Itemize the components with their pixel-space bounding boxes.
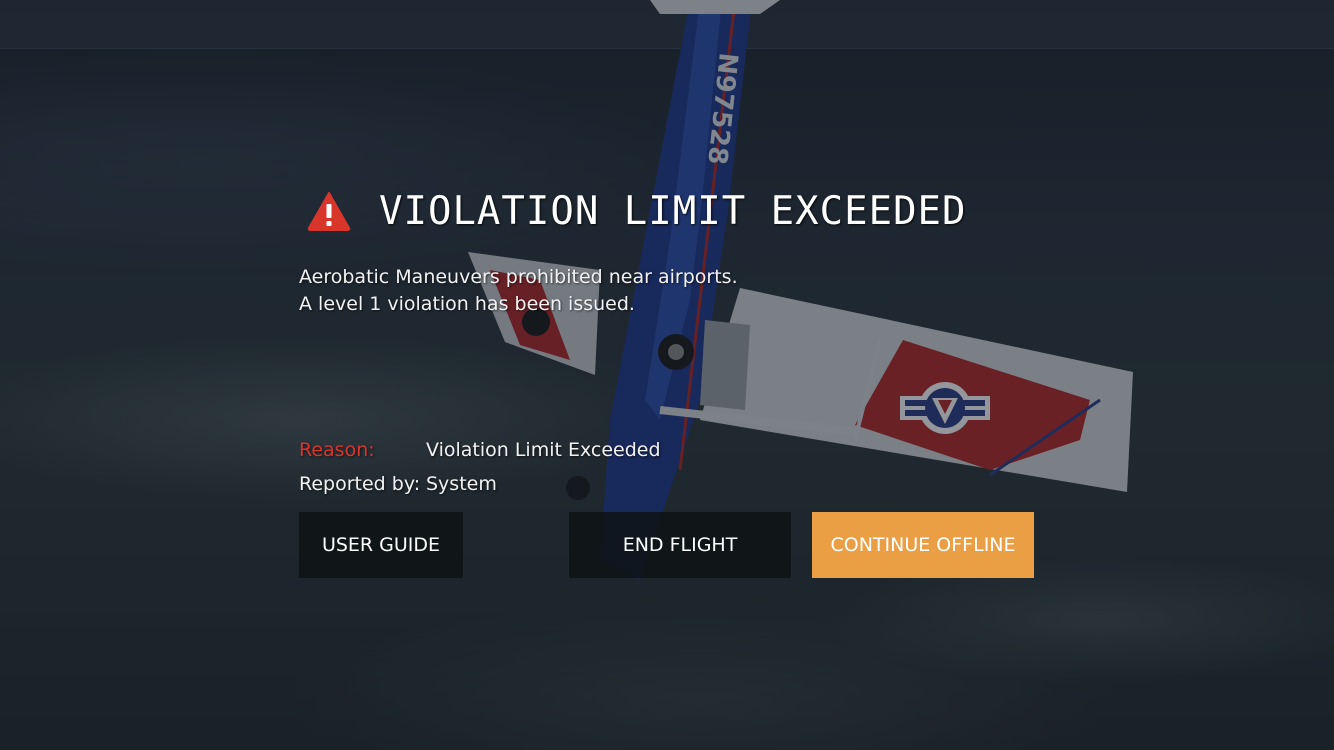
dialog-title: VIOLATION LIMIT EXCEEDED [379,188,967,234]
reason-row: Reason: Violation Limit Exceeded [299,433,661,467]
dialog-header: VIOLATION LIMIT EXCEEDED [299,180,1059,242]
reported-by-row: Reported by: System [299,467,661,501]
reason-value: Violation Limit Exceeded [426,439,661,461]
message-line: A level 1 violation has been issued. [299,293,635,315]
game-scene: N97528 VIOLATION LIMIT EXCEEDED Aerobati… [0,0,1334,750]
reported-by-value: System [426,473,497,495]
reported-by-label: Reported by: [299,473,421,495]
end-flight-button[interactable]: END FLIGHT [569,512,791,578]
reason-label: Reason: [299,439,375,461]
modal-overlay [0,0,1334,750]
warning-triangle-icon [307,192,351,231]
violation-dialog: VIOLATION LIMIT EXCEEDED Aerobatic Maneu… [299,180,1059,578]
continue-offline-button[interactable]: CONTINUE OFFLINE [812,512,1034,578]
message-line: Aerobatic Maneuvers prohibited near airp… [299,266,738,288]
violation-message: Aerobatic Maneuvers prohibited near airp… [299,264,1059,318]
user-guide-button[interactable]: USER GUIDE [299,512,463,578]
dialog-buttons: USER GUIDE END FLIGHT CONTINUE OFFLINE [299,512,1059,578]
violation-details: Reason: Violation Limit Exceeded Reporte… [299,433,661,501]
